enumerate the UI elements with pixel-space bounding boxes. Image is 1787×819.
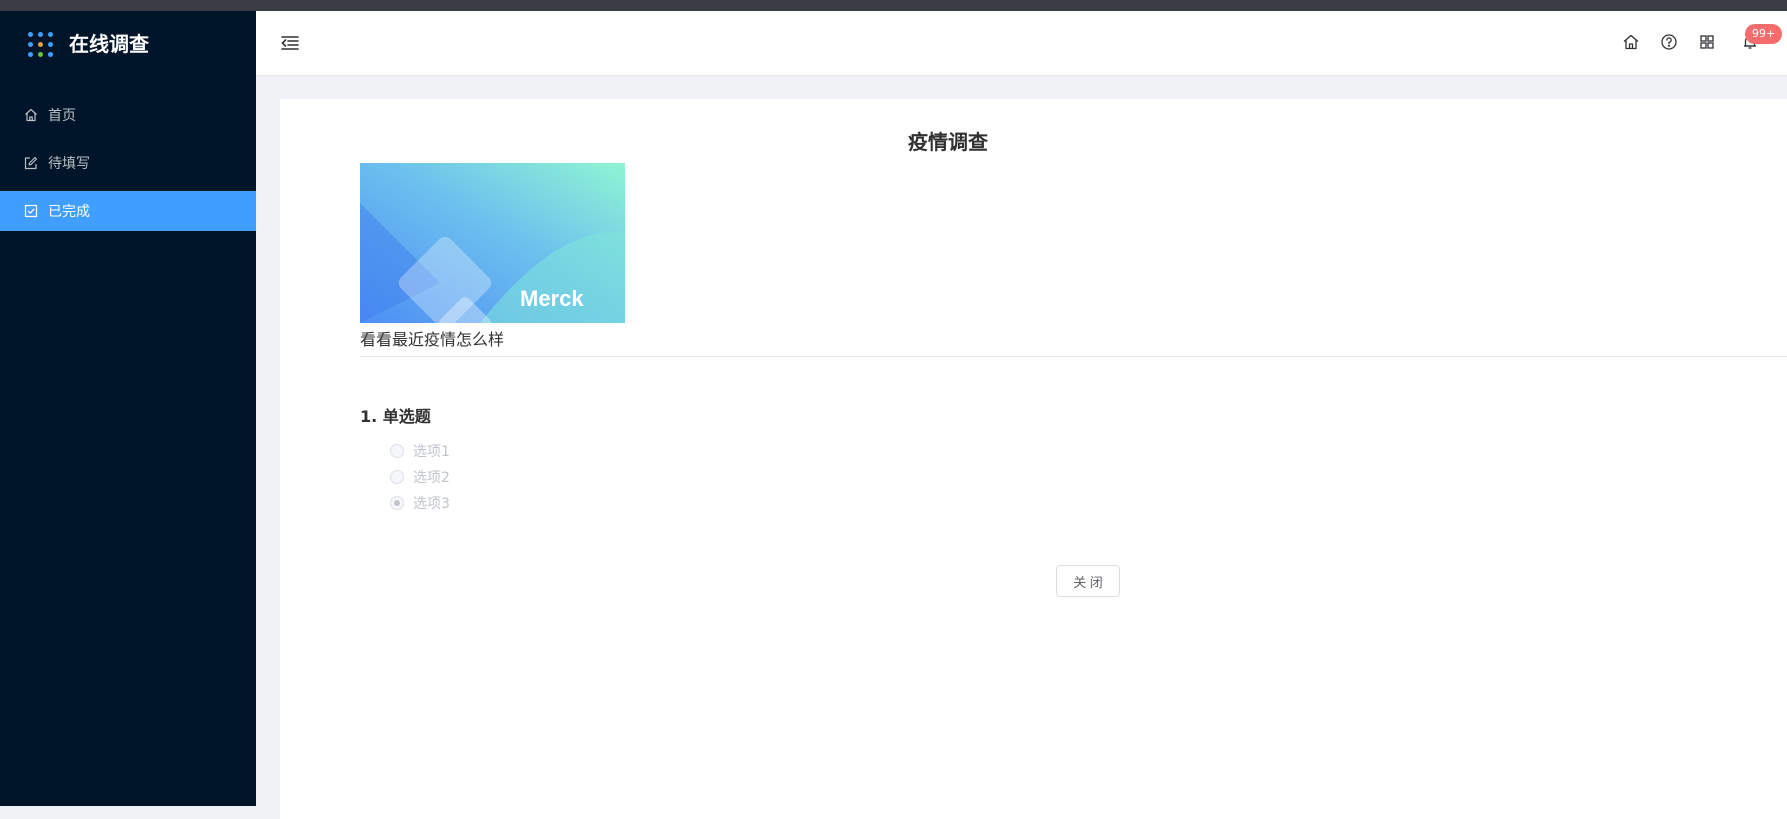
sidebar: 在线调查 首页 待填写 已完成 bbox=[0, 11, 256, 806]
radio-button[interactable] bbox=[390, 444, 404, 458]
menu-fold-icon[interactable] bbox=[280, 33, 300, 53]
radio-option-2[interactable]: 选项2 bbox=[390, 467, 450, 487]
radio-option-1[interactable]: 选项1 bbox=[390, 441, 450, 461]
notification-badge: 99+ bbox=[1745, 24, 1783, 44]
sidebar-menu: 首页 待填写 已完成 bbox=[0, 95, 256, 239]
checkbox-icon bbox=[24, 204, 38, 218]
sidebar-item-label: 已完成 bbox=[48, 204, 90, 220]
radio-option-label: 选项2 bbox=[413, 470, 450, 486]
radio-button[interactable] bbox=[390, 496, 404, 510]
app-title: 在线调查 bbox=[69, 32, 149, 56]
radio-option-label: 选项3 bbox=[413, 496, 450, 512]
app-logo: 在线调查 bbox=[28, 30, 149, 58]
banner-logo-text: Merck bbox=[520, 286, 584, 311]
radio-option-3[interactable]: 选项3 bbox=[390, 493, 450, 513]
survey-banner-image: Merck bbox=[360, 163, 625, 323]
edit-icon bbox=[24, 156, 38, 170]
survey-title: 疫情调查 bbox=[908, 130, 988, 154]
sidebar-item-pending[interactable]: 待填写 bbox=[0, 143, 256, 183]
top-header: 99+ bbox=[256, 11, 1787, 76]
radio-option-label: 选项1 bbox=[413, 444, 450, 460]
home-icon bbox=[24, 108, 38, 122]
apps-grid-icon[interactable] bbox=[1698, 33, 1716, 51]
radio-button[interactable] bbox=[390, 470, 404, 484]
divider bbox=[360, 356, 1787, 357]
grid-dots-icon bbox=[28, 31, 53, 57]
sidebar-item-label: 首页 bbox=[48, 108, 76, 124]
survey-description: 看看最近疫情怎么样 bbox=[360, 330, 505, 349]
window-top-strip bbox=[0, 0, 1787, 11]
sidebar-item-home[interactable]: 首页 bbox=[0, 95, 256, 135]
close-button[interactable]: 关 闭 bbox=[1056, 565, 1120, 597]
sidebar-item-label: 待填写 bbox=[48, 156, 90, 172]
sidebar-item-completed[interactable]: 已完成 bbox=[0, 191, 256, 231]
help-icon[interactable] bbox=[1660, 33, 1678, 51]
survey-card: 疫情调查 Merck 看看最近疫情怎么样 1. 单选题 选项1 选项2 选项3 … bbox=[280, 99, 1787, 819]
home-icon[interactable] bbox=[1622, 33, 1640, 51]
question-title: 1. 单选题 bbox=[360, 407, 431, 426]
